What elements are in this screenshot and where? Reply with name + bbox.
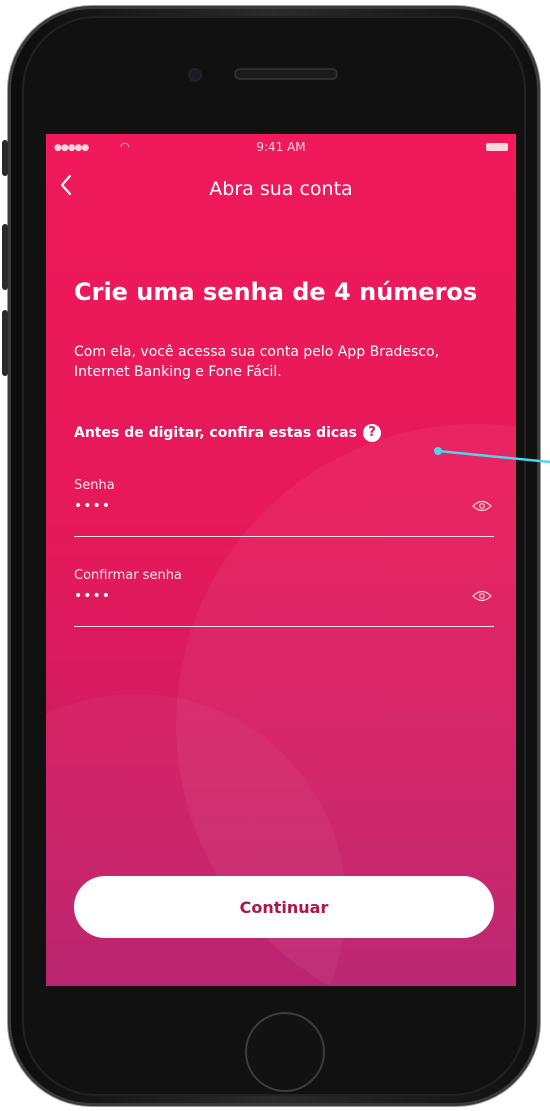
tips-label: Antes de digitar, confira estas dicas [74,425,357,441]
confirm-password-field: Confirmar senha •••• [74,568,494,627]
battery-icon [486,143,508,151]
password-field: Senha •••• [74,478,494,537]
front-camera [190,70,200,80]
volume-down-button [2,310,8,376]
status-time: 9:41 AM [256,140,306,154]
eye-icon[interactable] [472,590,492,602]
earpiece-speaker [236,70,336,78]
help-icon[interactable]: ? [362,424,381,442]
tips-row: Antes de digitar, confira estas dicas ? [74,424,381,442]
home-button[interactable] [245,1012,325,1092]
app-screen: ●●●●● ◠ 9:41 AM Abra sua conta Crie uma … [46,134,516,986]
page-title: Abra sua conta [209,178,353,200]
continue-button[interactable]: Continuar [74,876,494,938]
confirm-password-label: Confirmar senha [74,568,182,583]
status-bar: ●●●●● ◠ 9:41 AM [46,134,516,160]
confirm-password-input[interactable]: •••• [74,588,454,604]
description-text: Com ela, você acessa sua conta pelo App … [74,344,440,380]
password-input[interactable]: •••• [74,498,454,514]
password-label: Senha [74,478,115,493]
section-heading: Crie uma senha de 4 números [74,278,478,306]
eye-icon[interactable] [472,500,492,512]
nav-bar: Abra sua conta [46,170,516,210]
volume-up-button [2,224,8,290]
mute-switch [2,140,8,176]
